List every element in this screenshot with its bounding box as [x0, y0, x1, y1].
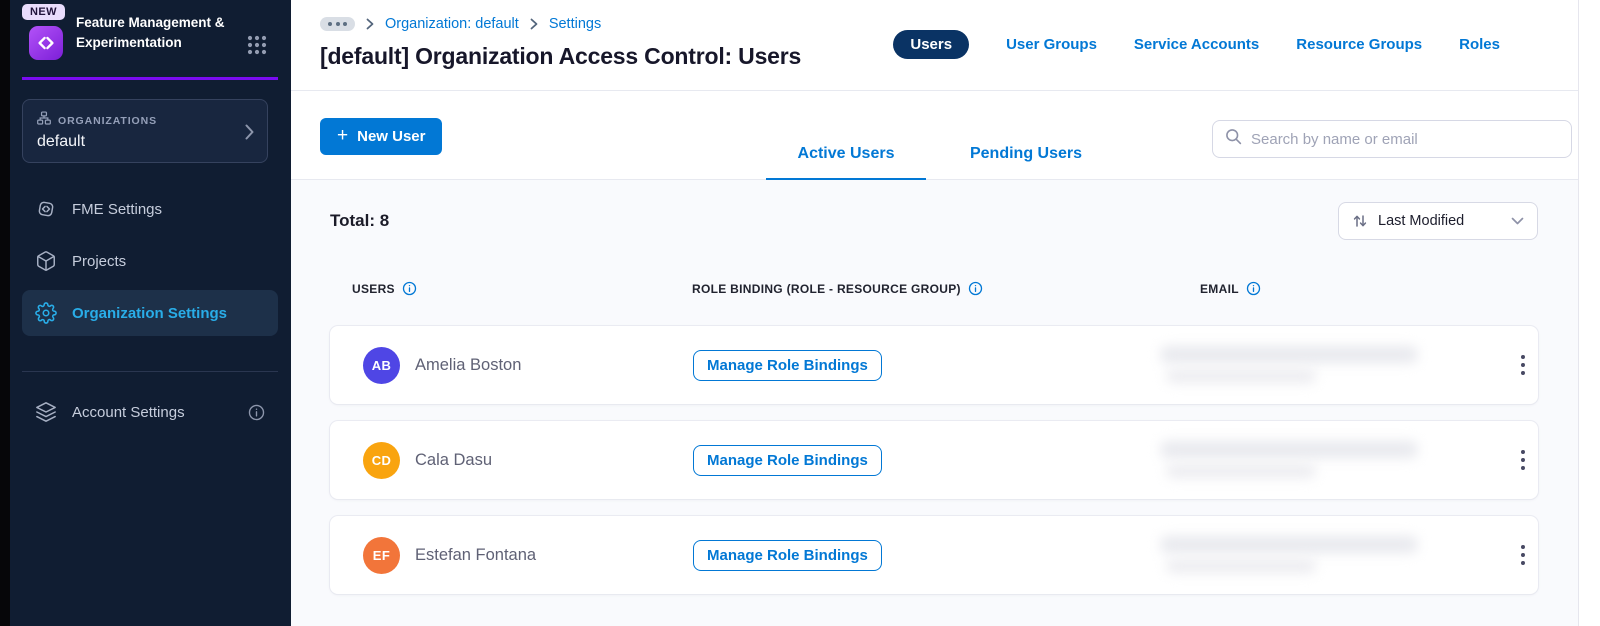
- app-window: NEW Feature Management & Experimentation: [0, 0, 1600, 626]
- chevron-right-icon: [530, 18, 538, 30]
- info-icon[interactable]: [248, 404, 265, 421]
- column-header-users: USERS: [352, 281, 692, 296]
- sidebar-divider: [22, 371, 278, 372]
- tab-resource-groups[interactable]: Resource Groups: [1296, 36, 1422, 53]
- search-input[interactable]: [1251, 130, 1559, 148]
- manage-role-bindings-button[interactable]: Manage Role Bindings: [693, 539, 882, 571]
- sidebar-item-fme-settings[interactable]: FME Settings: [22, 186, 278, 232]
- sidebar-item-organization-settings[interactable]: Organization Settings: [22, 290, 278, 336]
- module-grid-icon[interactable]: [245, 33, 269, 62]
- layers-icon: [35, 401, 57, 423]
- tab-active-users[interactable]: Active Users: [766, 145, 926, 181]
- tab-roles[interactable]: Roles: [1459, 36, 1500, 53]
- sidebar-item-label: Organization Settings: [72, 304, 228, 322]
- plus-icon: +: [337, 125, 349, 146]
- avatar: AB: [363, 346, 400, 384]
- info-icon[interactable]: [1246, 281, 1261, 296]
- info-icon[interactable]: [402, 281, 417, 296]
- avatar: EF: [363, 536, 400, 574]
- table-row: CD Cala Dasu Manage Role Bindings: [330, 421, 1538, 499]
- column-header-email: EMAIL: [1200, 281, 1538, 296]
- row-menu-button[interactable]: [1505, 442, 1541, 478]
- user-name: Amelia Boston: [415, 355, 522, 374]
- user-state-tabs: Active Users Pending Users: [766, 145, 1106, 181]
- new-user-button[interactable]: + New User: [320, 118, 443, 155]
- table-row: EF Estefan Fontana Manage Role Bindings: [330, 516, 1538, 594]
- fme-logo-icon: [29, 26, 63, 60]
- chevron-down-icon: [1511, 217, 1524, 225]
- breadcrumb: Organization: default Settings: [320, 16, 601, 32]
- breadcrumb-link-settings[interactable]: Settings: [549, 16, 601, 32]
- table-header: USERS ROLE BINDING (ROLE - RESOURCE GROU…: [330, 281, 1538, 296]
- new-badge: NEW: [22, 4, 65, 20]
- table-row: AB Amelia Boston Manage Role Bindings: [330, 326, 1538, 404]
- sidebar-item-label: FME Settings: [72, 200, 163, 218]
- organization-selector[interactable]: ORGANIZATIONS default: [22, 99, 268, 163]
- product-title: Feature Management & Experimentation: [76, 15, 225, 50]
- sidebar-item-projects[interactable]: Projects: [22, 238, 278, 284]
- sort-arrows-icon: [1352, 213, 1368, 229]
- gear-icon: [35, 302, 57, 324]
- toolbar: + New User Active Users Pending Users: [291, 91, 1578, 181]
- cube-icon: [35, 250, 57, 272]
- chevron-right-icon: [245, 124, 254, 145]
- tab-service-accounts[interactable]: Service Accounts: [1134, 36, 1259, 53]
- sidebar: NEW Feature Management & Experimentation: [10, 0, 291, 626]
- manage-role-bindings-button[interactable]: Manage Role Bindings: [693, 444, 882, 476]
- users-content: Total: 8 Last Modified USERS ROLE BINDIN…: [291, 180, 1578, 626]
- organizations-label: ORGANIZATIONS: [58, 114, 158, 127]
- user-name: Cala Dasu: [415, 450, 493, 469]
- sort-value: Last Modified: [1378, 213, 1465, 229]
- window-edge: [0, 0, 10, 626]
- sort-dropdown[interactable]: Last Modified: [1338, 202, 1538, 240]
- email-redacted: [1160, 530, 1440, 580]
- email-redacted: [1160, 435, 1440, 485]
- chevron-right-icon: [366, 18, 374, 30]
- search-icon: [1225, 128, 1242, 150]
- breadcrumb-link-organization[interactable]: Organization: default: [385, 16, 519, 32]
- organizations-icon: [37, 111, 51, 130]
- row-menu-button[interactable]: [1505, 347, 1541, 383]
- info-icon[interactable]: [968, 281, 983, 296]
- organization-value: default: [37, 133, 86, 150]
- sidebar-nav: FME Settings Projects Organization Setti…: [22, 186, 278, 336]
- tab-user-groups[interactable]: User Groups: [1006, 36, 1097, 53]
- sidebar-item-label: Projects: [72, 252, 127, 270]
- access-control-tabs: Users User Groups Service Accounts Resou…: [893, 30, 1500, 59]
- breadcrumb-overflow-button[interactable]: [320, 17, 355, 31]
- avatar: CD: [363, 441, 400, 479]
- tab-users[interactable]: Users: [893, 30, 970, 59]
- manage-role-bindings-button[interactable]: Manage Role Bindings: [693, 349, 882, 381]
- row-menu-button[interactable]: [1505, 537, 1541, 573]
- split-logo-outline-icon: [35, 198, 57, 220]
- email-redacted: [1160, 340, 1440, 390]
- main-panel: Organization: default Settings [default]…: [291, 0, 1578, 626]
- user-name: Estefan Fontana: [415, 545, 537, 564]
- tab-pending-users[interactable]: Pending Users: [946, 145, 1106, 181]
- user-rows: AB Amelia Boston Manage Role Bindings CD…: [330, 326, 1538, 594]
- window-right-margin: [1578, 0, 1600, 626]
- total-count: Total: 8: [330, 211, 390, 230]
- accent-divider: [22, 77, 278, 80]
- sidebar-item-label: Account Settings: [72, 403, 185, 421]
- sidebar-item-account-settings[interactable]: Account Settings: [22, 389, 278, 435]
- search-field: [1212, 120, 1572, 158]
- page-title: [default] Organization Access Control: U…: [320, 43, 802, 69]
- column-header-role-binding: ROLE BINDING (ROLE - RESOURCE GROUP): [692, 281, 1200, 296]
- page-header: Organization: default Settings [default]…: [291, 0, 1578, 91]
